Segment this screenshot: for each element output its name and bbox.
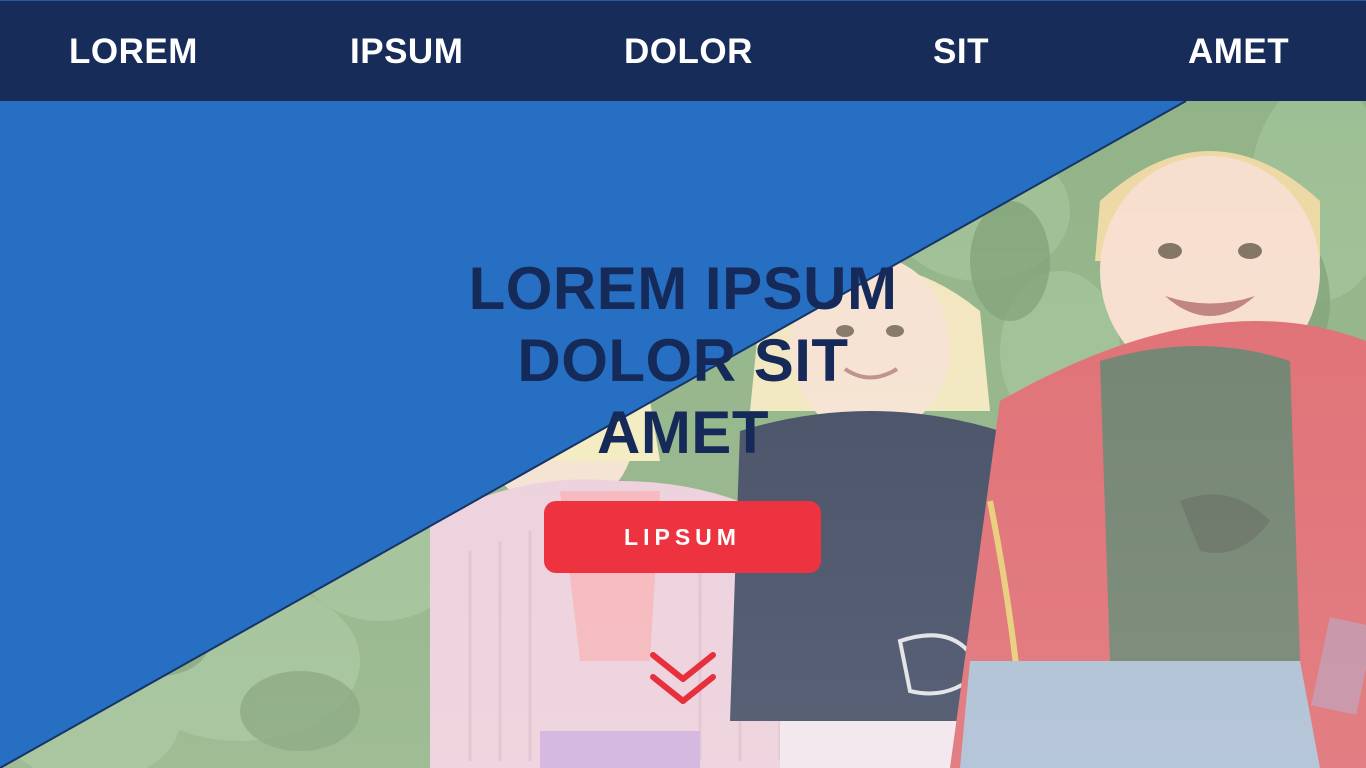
nav-item-dolor[interactable]: DOLOR (624, 1, 753, 102)
headline-line-1: LOREM IPSUM (468, 255, 898, 322)
headline-line-2: DOLOR SIT (517, 327, 849, 394)
double-chevron-down-icon[interactable] (647, 649, 719, 711)
headline-line-3: AMET (597, 399, 769, 466)
cta-button[interactable]: LIPSUM (544, 501, 821, 573)
top-navigation-bar: LOREM IPSUM DOLOR SIT AMET (0, 0, 1366, 101)
nav-item-amet[interactable]: AMET (1188, 1, 1289, 102)
hero-section: LOREM IPSUM DOLOR SIT AMET LIPSUM (0, 101, 1366, 768)
hero-headline: LOREM IPSUM DOLOR SIT AMET (383, 253, 983, 469)
nav-item-ipsum[interactable]: IPSUM (350, 1, 463, 102)
landing-page: LOREM IPSUM DOLOR SIT AMET LOREM IPSUM D… (0, 0, 1366, 768)
nav-item-lorem[interactable]: LOREM (69, 1, 198, 102)
nav-item-sit[interactable]: SIT (933, 1, 989, 102)
